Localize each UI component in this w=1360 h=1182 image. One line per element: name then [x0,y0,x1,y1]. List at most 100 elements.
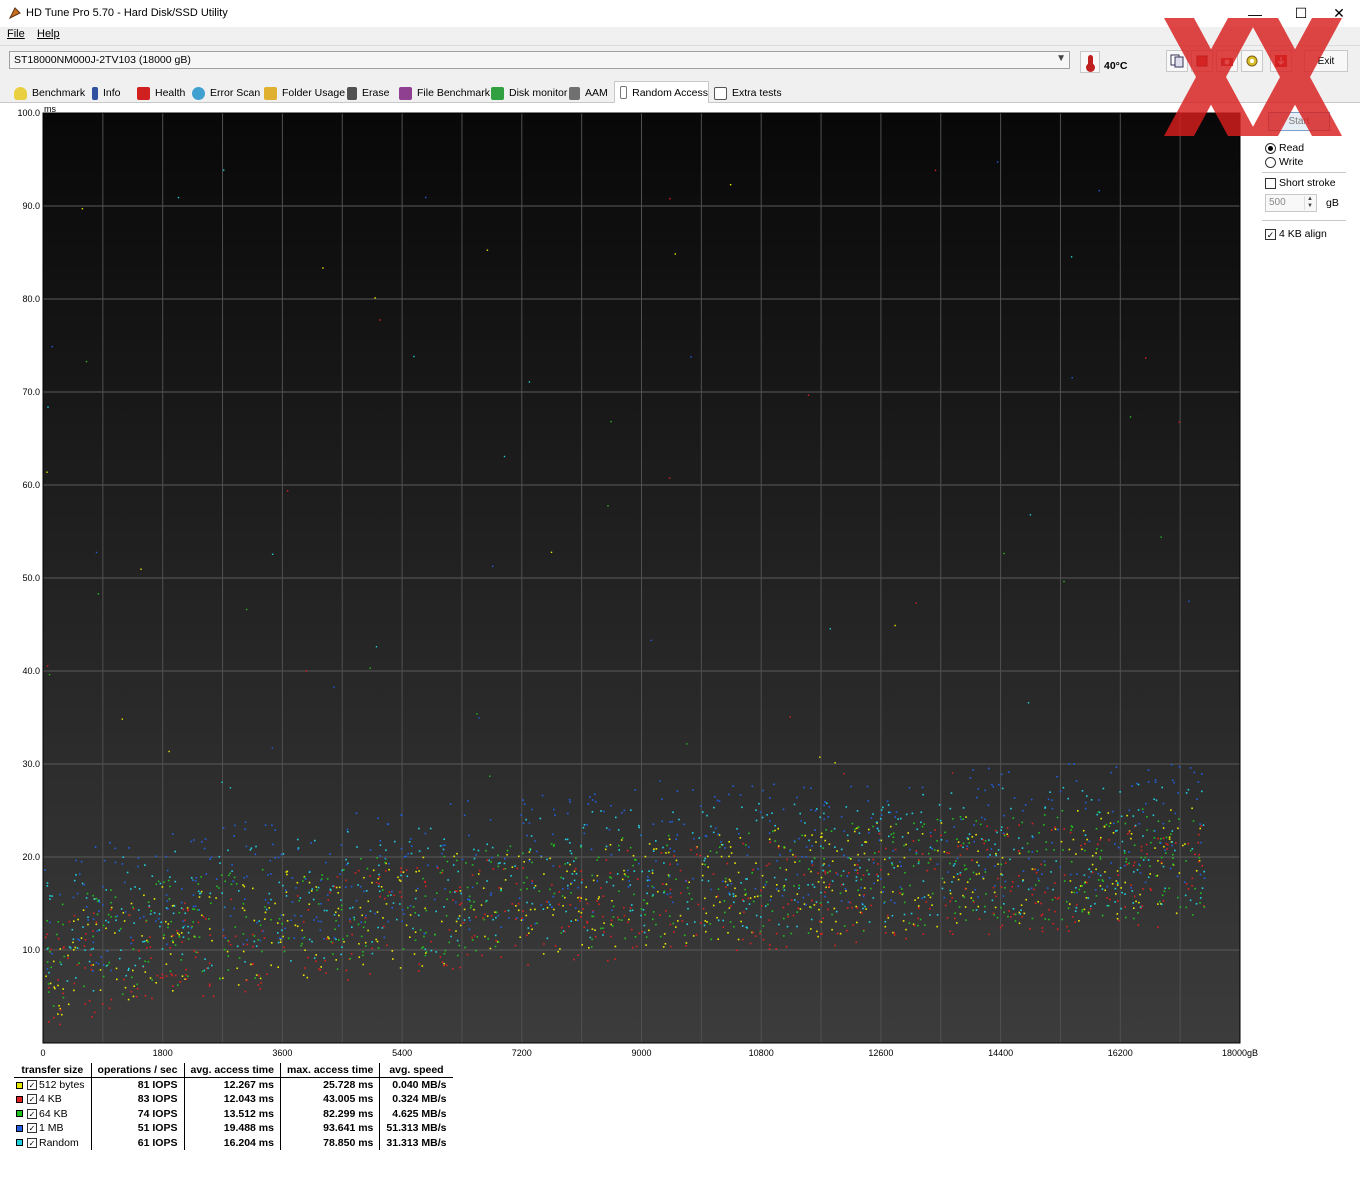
series-checkbox[interactable]: ✓ [27,1123,37,1134]
scatter-point [114,916,117,918]
scatter-point [1135,900,1137,903]
scatter-point [810,787,812,790]
tab-info[interactable]: Info [92,83,121,103]
tab-random-access[interactable]: Random Access [614,81,709,103]
scatter-point [379,844,382,846]
scatter-outlier [305,670,307,672]
thermometer-icon[interactable] [1080,51,1100,73]
scatter-point [1044,807,1046,809]
scatter-point [1104,871,1106,873]
scatter-point [951,933,954,935]
scatter-point [184,902,186,905]
scatter-point [936,840,938,842]
scatter-point [840,900,843,902]
tab-error-scan[interactable]: Error Scan [192,83,260,103]
scatter-point [854,864,856,866]
scatter-point [406,875,409,878]
scatter-point [558,903,560,906]
scatter-point [877,875,879,878]
tab-erase[interactable]: Erase [347,83,389,103]
scatter-point [888,835,890,838]
scatter-point [270,898,272,901]
scatter-point [255,974,258,976]
scatter-point [441,961,444,963]
menu-help[interactable]: Help [37,28,60,40]
tab-file-benchmark[interactable]: File Benchmark [399,83,490,103]
scatter-point [868,921,871,923]
scatter-point [870,817,873,819]
scatter-point [397,876,399,879]
scatter-point [717,938,719,940]
align-checkbox[interactable]: ✓ 4 KB align [1265,228,1327,240]
x-tick-label: 14400 [988,1048,1013,1058]
series-checkbox[interactable]: ✓ [27,1080,37,1091]
tab-health[interactable]: Health [137,83,185,103]
scatter-point [643,899,645,901]
scatter-point [1096,848,1098,850]
scatter-point [592,879,595,882]
read-radio[interactable]: Read [1265,142,1304,154]
write-radio[interactable]: Write [1265,156,1303,168]
short-stroke-size-input[interactable]: 500 ▲ ▼ [1265,194,1317,212]
scatter-point [277,966,279,968]
scatter-point [635,945,638,948]
series-checkbox[interactable]: ✓ [27,1108,37,1119]
scatter-point [165,963,168,965]
series-color-swatch [16,1095,23,1103]
scatter-point [1083,891,1086,893]
scatter-point [1149,873,1151,875]
tab-disk-monitor[interactable]: Disk monitor [491,83,567,103]
scatter-point [85,897,88,899]
tab-aam[interactable]: AAM [569,83,608,103]
scatter-point [858,832,861,834]
scatter-outlier [550,551,553,553]
scatter-point [665,910,667,912]
scatter-point [330,941,333,943]
scatter-point [343,941,345,943]
tab-extra-tests[interactable]: Extra tests [714,83,782,103]
scatter-point [950,792,953,794]
scatter-point [1091,871,1094,874]
scatter-point [891,862,893,864]
tab-benchmark[interactable]: Benchmark [14,83,85,103]
scatter-point [78,962,80,964]
scatter-point [618,844,620,847]
scatter-point [281,929,283,932]
scatter-point [828,843,831,845]
scatter-point [146,939,148,942]
scatter-point [583,926,585,929]
series-checkbox[interactable]: ✓ [27,1137,37,1148]
scatter-point [110,916,112,918]
scatter-point [839,892,842,895]
tab-folder-usage[interactable]: Folder Usage [264,83,345,103]
scatter-point [323,957,325,959]
scatter-point [1130,887,1132,889]
scatter-point [984,905,986,908]
scatter-point [594,929,596,931]
short-stroke-checkbox[interactable]: Short stroke [1265,177,1336,189]
scatter-point [91,1016,93,1018]
scatter-point [998,784,1000,786]
scatter-point [181,975,184,977]
spinner-arrows-icon[interactable]: ▲ ▼ [1304,196,1315,210]
scatter-point [824,801,826,803]
scatter-point [1175,842,1177,844]
scatter-point [559,948,561,950]
scatter-point [346,828,349,831]
series-checkbox[interactable]: ✓ [27,1094,37,1105]
scatter-point [1037,877,1040,880]
avg-access-cell: 12.043 ms [183,1092,281,1107]
scatter-point [50,948,52,951]
scatter-point [774,840,777,842]
scatter-point [948,852,951,855]
scatter-point [540,855,542,857]
scatter-point [1077,810,1079,812]
scatter-point [1124,906,1126,908]
menu-file[interactable]: File [7,28,25,40]
scatter-point [729,921,732,923]
scatter-point [130,942,133,945]
drive-select[interactable]: ST18000NM000J-2TV103 (18000 gB) ▼ [9,51,1070,69]
scatter-point [345,969,348,972]
scatter-point [720,855,723,858]
scatter-point [1160,903,1163,906]
